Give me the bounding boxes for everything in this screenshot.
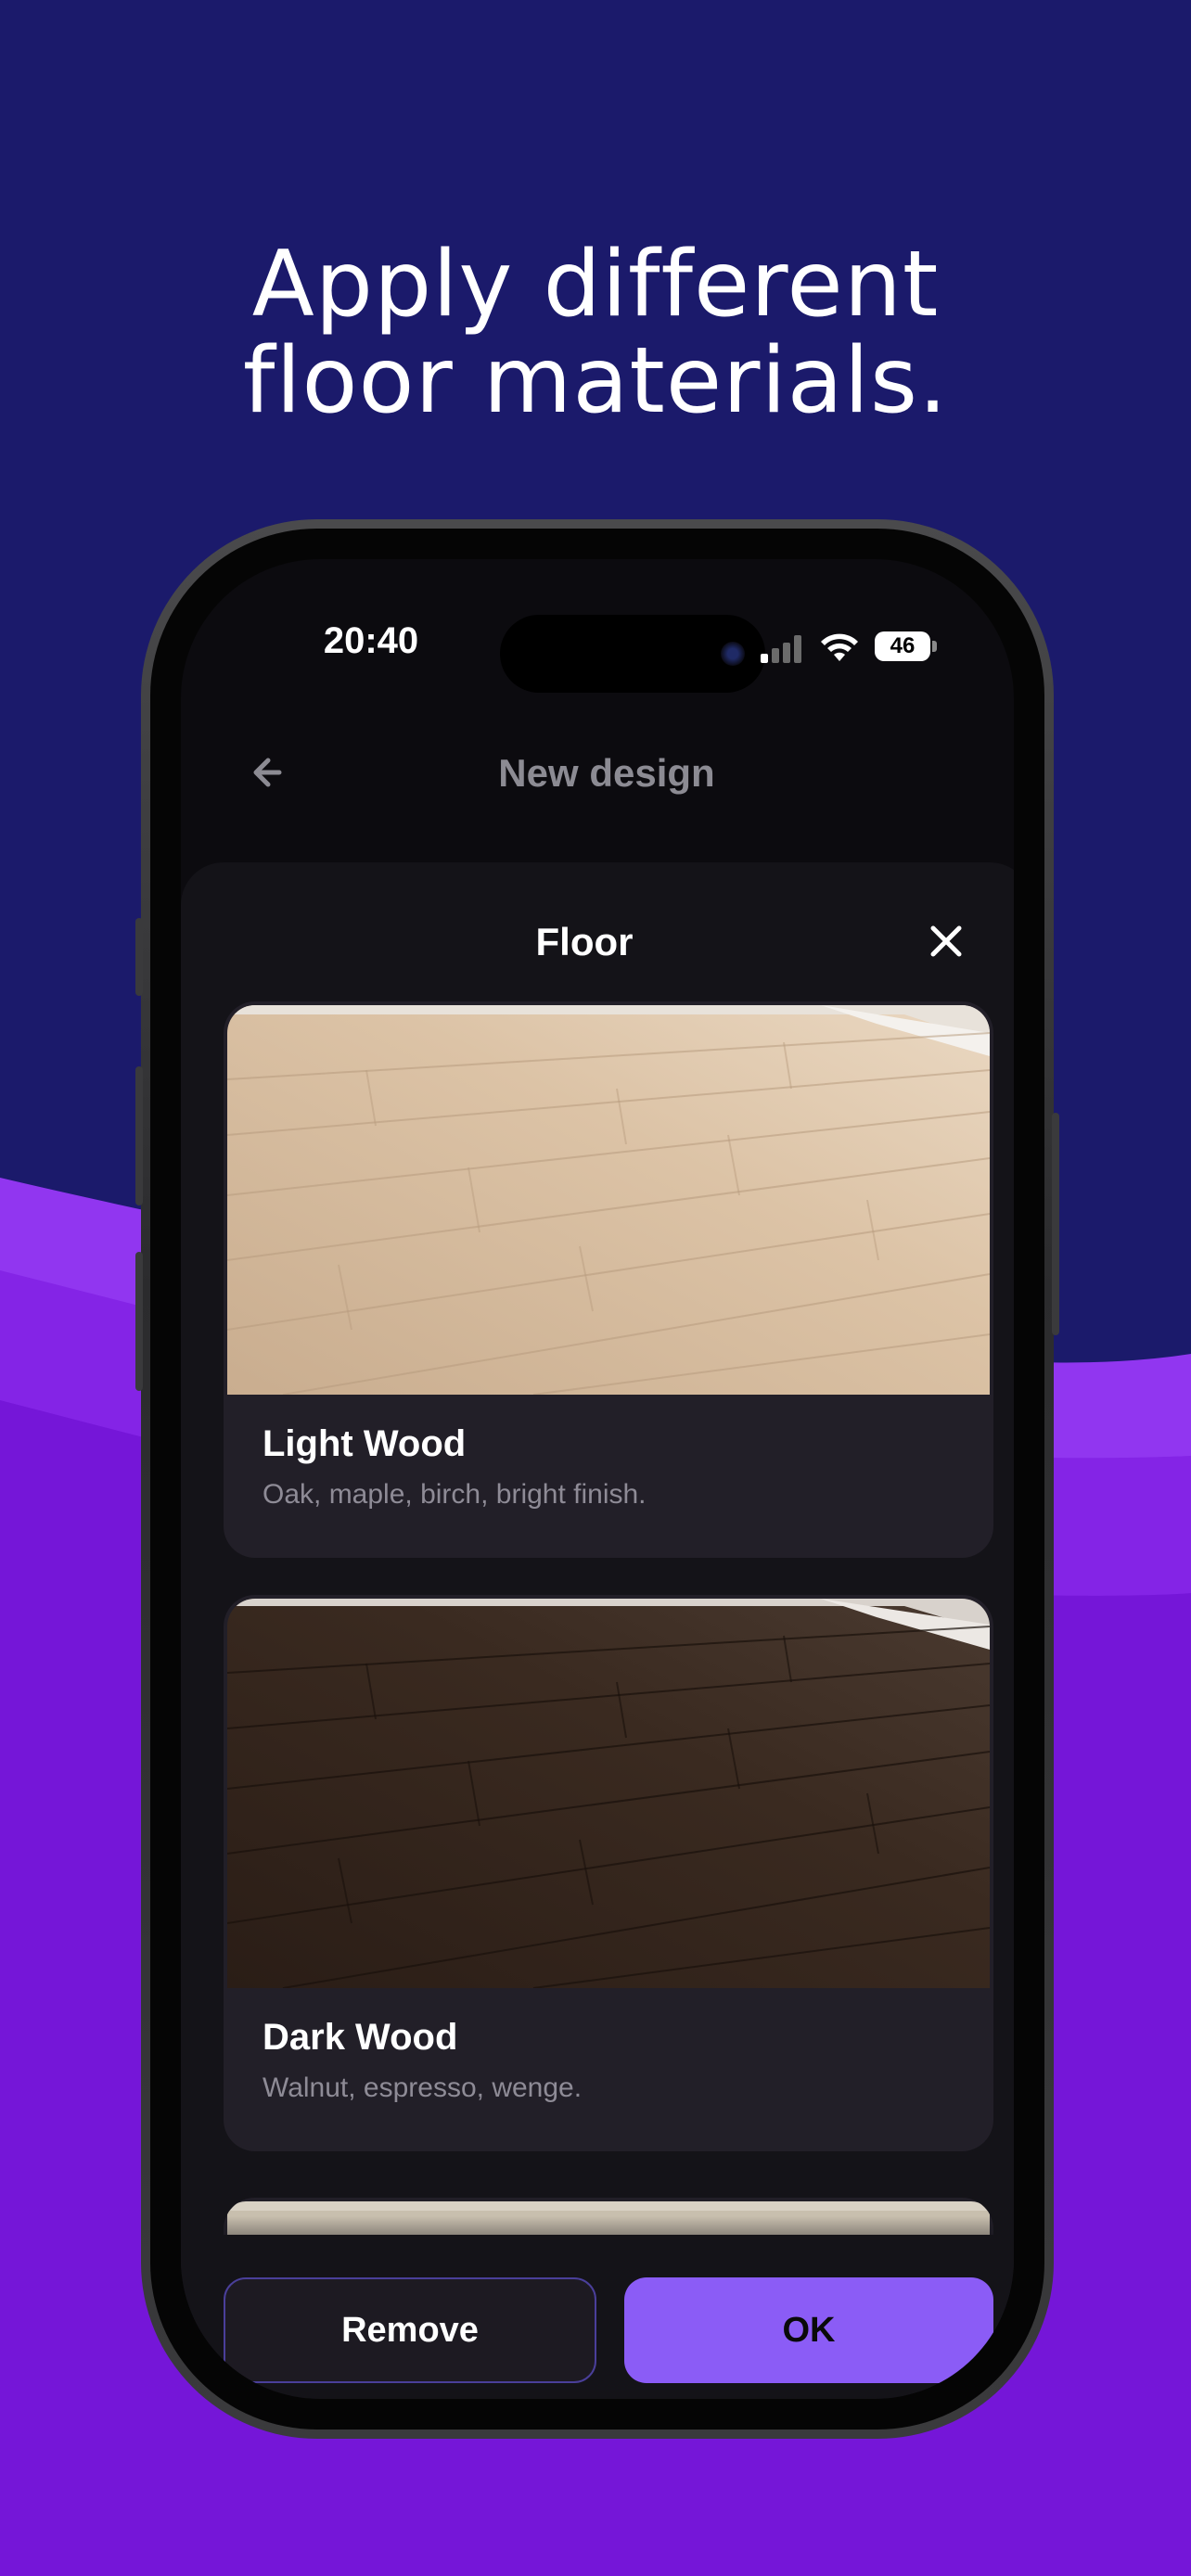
remove-button[interactable]: Remove — [224, 2277, 596, 2383]
volume-down-button — [135, 1252, 143, 1391]
dark-wood-image — [227, 1599, 990, 1988]
wifi-icon — [821, 633, 858, 661]
material-description: Walnut, espresso, wenge. — [263, 2072, 583, 2103]
action-button — [135, 918, 143, 996]
sheet-title: Floor — [535, 920, 634, 963]
list-fade — [181, 2216, 1014, 2272]
front-camera — [721, 642, 745, 666]
power-button — [1052, 1113, 1059, 1335]
material-name: Dark Wood — [263, 2017, 458, 2058]
dynamic-island — [500, 615, 765, 693]
phone-screen: 20:40 46 New design Floor Light Wood Oak… — [181, 559, 1014, 2399]
light-wood-image — [227, 1005, 990, 1395]
ok-button[interactable]: OK — [624, 2277, 993, 2383]
material-card-dark-wood[interactable]: Dark Wood Walnut, espresso, wenge. — [224, 1595, 993, 2151]
headline-line-2: floor materials. — [242, 328, 949, 434]
battery-tip — [932, 641, 937, 652]
floor-sheet: Floor Light Wood Oak, maple, birch, brig… — [181, 862, 1014, 2399]
material-name: Light Wood — [263, 1423, 467, 1464]
status-time: 20:40 — [323, 620, 419, 661]
headline-line-1: Apply different — [251, 232, 940, 338]
nav-title: New design — [498, 751, 715, 795]
phone-frame: 20:40 46 New design Floor Light Wood Oak… — [135, 519, 1059, 2439]
battery-icon: 46 — [875, 631, 930, 661]
signal-icon — [761, 635, 801, 663]
close-icon[interactable] — [923, 918, 969, 964]
phone-bezel: 20:40 46 New design Floor Light Wood Oak… — [150, 529, 1044, 2429]
headline: Apply different floor materials. — [0, 236, 1191, 429]
volume-up-button — [135, 1066, 143, 1205]
material-description: Oak, maple, birch, bright finish. — [263, 1479, 647, 1510]
material-card-light-wood[interactable]: Light Wood Oak, maple, birch, bright fin… — [224, 1001, 993, 1558]
